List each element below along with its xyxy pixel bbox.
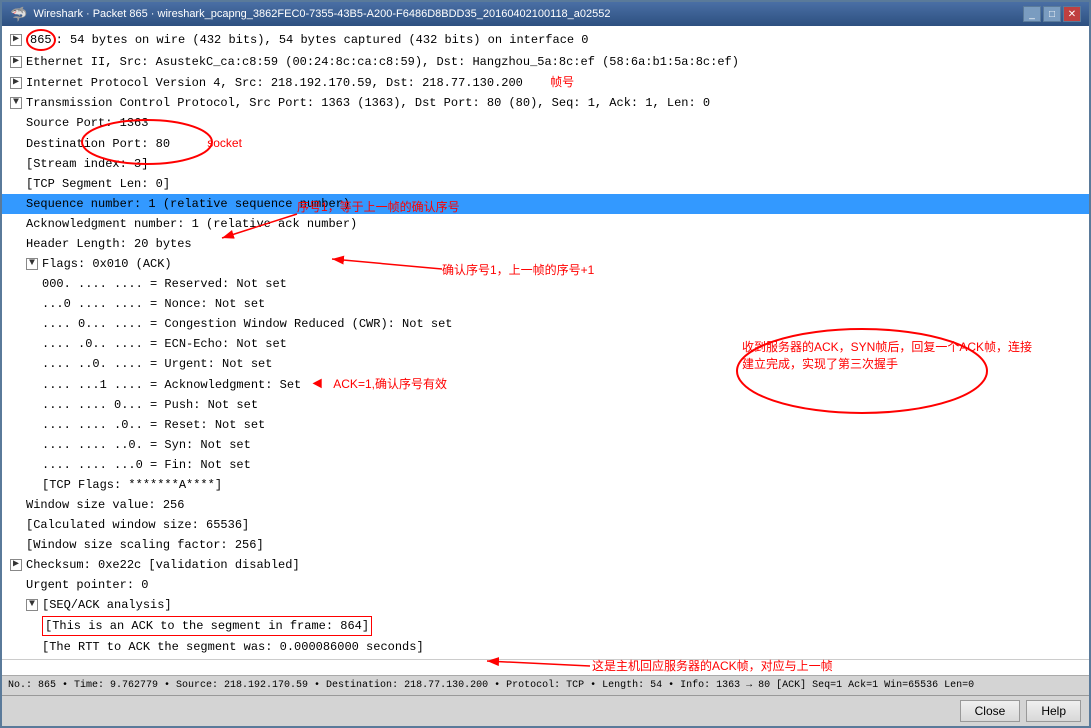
frame-text: 865: 54 bytes on wire (432 bits), 54 byt… [26, 33, 589, 47]
ip-row[interactable]: ▶ Internet Protocol Version 4, Src: 218.1… [2, 72, 1089, 93]
help-button[interactable]: Help [1026, 700, 1081, 722]
ethernet-expander[interactable]: ▶ [10, 56, 22, 68]
main-window: 🦈 Wireshark · Packet 865 · wireshark_pca… [0, 0, 1091, 728]
flag-reserved-text: 000. .... .... = Reserved: Not set [42, 277, 287, 291]
flag-cwr-text: .... 0... .... = Congestion Window Reduc… [42, 317, 452, 331]
window-size-text: Window size value: 256 [26, 498, 184, 512]
dst-port-row[interactable]: Destination Port: 80 socket [2, 133, 1089, 154]
flag-fin-text: .... .... ...0 = Fin: Not set [42, 458, 251, 472]
packet-area: ▶ 865: 54 bytes on wire (432 bits), 54 by… [2, 26, 1089, 675]
flags-text: Flags: 0x010 (ACK) [42, 257, 172, 271]
tcp-seg-len-row[interactable]: [TCP Segment Len: 0] [2, 174, 1089, 194]
stream-index-row[interactable]: [Stream index: 3] [2, 154, 1089, 174]
rtt-text: [The RTT to ACK the segment was: 0.00008… [42, 640, 424, 654]
socket-annotation: socket [207, 136, 242, 150]
frame-number-circle: 865 [26, 29, 56, 51]
main-content: ▶ 865: 54 bytes on wire (432 bits), 54 by… [2, 26, 1089, 726]
flag-reset-text: .... .... .0.. = Reset: Not set [42, 418, 265, 432]
flag-urgent-row[interactable]: .... ..0. .... = Urgent: Not set [2, 354, 1089, 374]
tcp-flags-display-row[interactable]: [TCP Flags: *******A****] [2, 475, 1089, 495]
flag-urgent-text: .... ..0. .... = Urgent: Not set [42, 357, 272, 371]
ack-arrow-symbol: ◄ [312, 375, 322, 393]
seq-num-row[interactable]: Sequence number: 1 (relative sequence nu… [2, 194, 1089, 214]
flag-nonce-row[interactable]: ...0 .... .... = Nonce: Not set [2, 294, 1089, 314]
statusbar-text: No.: 865 • Time: 9.762779 • Source: 218.… [8, 680, 974, 691]
urgent-row[interactable]: Urgent pointer: 0 [2, 575, 1089, 595]
tcp-row[interactable]: ▼ Transmission Control Protocol, Src Port… [2, 93, 1089, 113]
seq-ack-text: [SEQ/ACK analysis] [42, 598, 172, 612]
flags-row[interactable]: ▼ Flags: 0x010 (ACK) [2, 254, 1089, 274]
flag-syn-row[interactable]: .... .... ..0. = Syn: Not set [2, 435, 1089, 455]
ip-text: Internet Protocol Version 4, Src: 218.19… [26, 76, 523, 90]
flag-reset-row[interactable]: .... .... .0.. = Reset: Not set [2, 415, 1089, 435]
seq-ack-expander[interactable]: ▼ [26, 599, 38, 611]
frame-row[interactable]: ▶ 865: 54 bytes on wire (432 bits), 54 by… [2, 28, 1089, 52]
flag-nonce-text: ...0 .... .... = Nonce: Not set [42, 297, 265, 311]
ethernet-text: Ethernet II, Src: AsustekC_ca:c8:59 (00:… [26, 55, 739, 69]
header-len-row[interactable]: Header Length: 20 bytes [2, 234, 1089, 254]
header-len-text: Header Length: 20 bytes [26, 237, 192, 251]
window-scale-text: [Window size scaling factor: 256] [26, 538, 264, 552]
flag-ecn-row[interactable]: .... .0.. .... = ECN-Echo: Not set [2, 334, 1089, 354]
tcp-seg-len-text: [TCP Segment Len: 0] [26, 177, 170, 191]
calc-window-row[interactable]: [Calculated window size: 65536] [2, 515, 1089, 535]
titlebar-controls: _ □ ✕ [1023, 6, 1081, 22]
window-close-button[interactable]: ✕ [1063, 6, 1081, 22]
ack-frame-row[interactable]: [This is an ACK to the segment in frame:… [2, 615, 1089, 637]
titlebar-title: Wireshark · Packet 865 · wireshark_pcapn… [33, 8, 610, 20]
checksum-row[interactable]: ▶ Checksum: 0xe22c [validation disabled] [2, 555, 1089, 575]
flag-ack-text: .... ...1 .... = Acknowledgment: Set [42, 378, 301, 392]
flag-push-text: .... .... 0... = Push: Not set [42, 398, 258, 412]
app-icon: 🦈 [10, 6, 27, 23]
src-port-row[interactable]: Source Port: 1363 [2, 113, 1089, 133]
ack-num-row[interactable]: Acknowledgment number: 1 (relative ack n… [2, 214, 1089, 234]
flags-expander[interactable]: ▼ [26, 258, 38, 270]
window-scale-row[interactable]: [Window size scaling factor: 256] [2, 535, 1089, 555]
calc-window-text: [Calculated window size: 65536] [26, 518, 249, 532]
flag-reserved-row[interactable]: 000. .... .... = Reserved: Not set [2, 274, 1089, 294]
flag-cwr-row[interactable]: .... 0... .... = Congestion Window Reduc… [2, 314, 1089, 334]
dst-port-text: Destination Port: 80 [26, 137, 170, 151]
flag-push-row[interactable]: .... .... 0... = Push: Not set [2, 395, 1089, 415]
minimize-button[interactable]: _ [1023, 6, 1041, 22]
statusbar: No.: 865 • Time: 9.762779 • Source: 218.… [2, 675, 1089, 695]
urgent-text: Urgent pointer: 0 [26, 578, 148, 592]
ack-frame-box: [This is an ACK to the segment in frame:… [42, 616, 372, 636]
window-size-row[interactable]: Window size value: 256 [2, 495, 1089, 515]
stream-index-text: [Stream index: 3] [26, 157, 148, 171]
this-ack-arrow [487, 661, 590, 666]
tcp-text: Transmission Control Protocol, Src Port:… [26, 96, 710, 110]
seq-ack-analysis-row[interactable]: ▼ [SEQ/ACK analysis] [2, 595, 1089, 615]
frame-annotation: 帧号 [550, 75, 574, 89]
frame-expander[interactable]: ▶ [10, 34, 22, 46]
maximize-button[interactable]: □ [1043, 6, 1061, 22]
tcp-expander[interactable]: ▼ [10, 97, 22, 109]
titlebar: 🦈 Wireshark · Packet 865 · wireshark_pca… [2, 2, 1089, 26]
ip-expander[interactable]: ▶ [10, 77, 22, 89]
ack-eq1-annotation: ACK=1,确认序号有效 [333, 377, 447, 391]
rtt-row[interactable]: [The RTT to ACK the segment was: 0.00008… [2, 637, 1089, 657]
flag-ack-row[interactable]: .... ...1 .... = Acknowledgment: Set ◄ A… [2, 374, 1089, 395]
src-port-text: Source Port: 1363 [26, 116, 148, 130]
bottom-bar: Close Help [2, 695, 1089, 726]
checksum-text: Checksum: 0xe22c [validation disabled] [26, 558, 300, 572]
flag-fin-row[interactable]: .... .... ...0 = Fin: Not set [2, 455, 1089, 475]
seq-num-text: Sequence number: 1 (relative sequence nu… [26, 197, 350, 211]
flag-ecn-text: .... .0.. .... = ECN-Echo: Not set [42, 337, 287, 351]
close-button[interactable]: Close [960, 700, 1021, 722]
ethernet-row[interactable]: ▶ Ethernet II, Src: AsustekC_ca:c8:59 (00… [2, 52, 1089, 72]
tcp-flags-display-text: [TCP Flags: *******A****] [42, 478, 222, 492]
ack-num-text: Acknowledgment number: 1 (relative ack n… [26, 217, 357, 231]
packet-tree[interactable]: ▶ 865: 54 bytes on wire (432 bits), 54 by… [2, 26, 1089, 660]
flag-syn-text: .... .... ..0. = Syn: Not set [42, 438, 251, 452]
titlebar-left: 🦈 Wireshark · Packet 865 · wireshark_pca… [10, 6, 611, 23]
checksum-expander[interactable]: ▶ [10, 559, 22, 571]
this-ack-annotation: 这是主机回应服务器的ACK帧，对应与上一帧 [592, 658, 833, 673]
